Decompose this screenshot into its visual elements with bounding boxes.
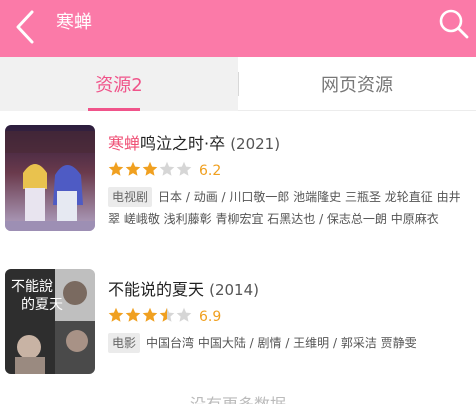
release-year: (2014) — [209, 281, 259, 299]
tab-web-resources[interactable]: 网页资源 — [238, 57, 476, 111]
page-title: 寒蝉 — [56, 12, 92, 33]
result-meta: 电影 中国台湾 中国大陆 / 剧情 / 王维明 / 郭采洁 贾静雯 — [108, 332, 470, 354]
rating-row: 6.9 — [108, 306, 470, 328]
svg-text:的夏天: 的夏天 — [21, 297, 63, 313]
tab-label: 资源2 — [95, 75, 143, 96]
app-header: 寒蝉 — [0, 0, 476, 57]
search-button[interactable] — [436, 6, 472, 42]
title-text: 不能说的夏天 — [108, 280, 205, 299]
star-icon — [142, 161, 158, 176]
rating-row: 6.2 — [108, 160, 470, 182]
star-icon — [176, 307, 192, 322]
no-more-data-text: 没有更多数据 — [0, 390, 476, 404]
star-rating — [108, 161, 193, 181]
release-year: (2021) — [230, 135, 281, 153]
result-meta: 电视剧 日本 / 动画 / 川口敬一郎 池端隆史 三瓶圣 龙轮直征 由井翠 嵯峨敬… — [108, 186, 470, 230]
poster-image: 不能說 的夏天 — [5, 269, 95, 374]
search-icon — [439, 9, 469, 39]
svg-text:不能說: 不能說 — [11, 278, 53, 295]
back-button[interactable] — [6, 6, 46, 48]
title-highlight: 寒蝉 — [108, 134, 141, 153]
star-icon — [108, 307, 124, 322]
star-icon — [159, 161, 175, 176]
chevron-left-icon — [16, 10, 34, 44]
star-icon — [108, 161, 124, 176]
category-badge: 电影 — [108, 333, 141, 353]
star-icon — [125, 307, 141, 322]
star-icon — [176, 161, 192, 176]
star-icon — [125, 161, 141, 176]
star-icon — [142, 307, 158, 322]
poster-image — [5, 125, 95, 231]
star-icon — [159, 307, 175, 322]
tab-label: 网页资源 — [321, 75, 393, 96]
list-item[interactable]: 寒蝉鸣泣之时·卒 (2021) 6.2 电视剧 日本 / 动画 / 川口敬一郎 池… — [0, 124, 476, 244]
star-rating — [108, 307, 193, 327]
title-text: 鸣泣之时·卒 — [140, 134, 226, 153]
result-info: 寒蝉鸣泣之时·卒 (2021) 6.2 电视剧 日本 / 动画 / 川口敬一郎 池… — [108, 132, 470, 230]
score-text: 6.9 — [199, 309, 222, 325]
tab-source2[interactable]: 资源2 — [0, 57, 238, 111]
list-item[interactable]: 不能說 的夏天 不能说的夏天 (2014) 6.9 电影 中国台湾 中国大陆 / … — [0, 268, 476, 378]
meta-text: 中国台湾 中国大陆 / 剧情 / 王维明 / 郭采洁 贾静雯 — [146, 336, 417, 350]
result-info: 不能说的夏天 (2014) 6.9 电影 中国台湾 中国大陆 / 剧情 / 王维明… — [108, 278, 470, 354]
score-text: 6.2 — [199, 163, 222, 179]
category-badge: 电视剧 — [108, 187, 153, 207]
active-tab-indicator — [88, 108, 140, 111]
result-title[interactable]: 不能说的夏天 (2014) — [108, 278, 470, 302]
source-tabs: 资源2 网页资源 — [0, 57, 476, 111]
meta-text: 日本 / 动画 / 川口敬一郎 池端隆史 三瓶圣 龙轮直征 由井翠 嵯峨敬 浅利… — [108, 190, 461, 226]
result-title[interactable]: 寒蝉鸣泣之时·卒 (2021) — [108, 132, 470, 156]
